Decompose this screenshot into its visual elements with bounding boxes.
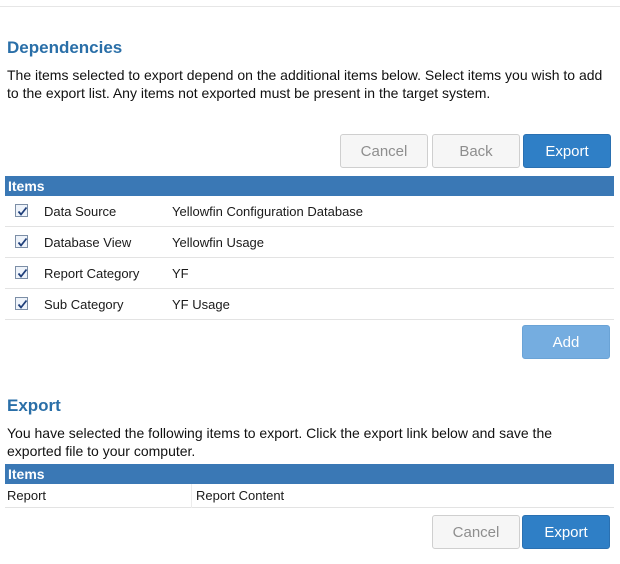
export-description: You have selected the following items to… [7, 425, 553, 459]
checkbox-checked-icon[interactable] [15, 266, 28, 279]
export-button[interactable]: Export [522, 515, 610, 549]
dependencies-title: Dependencies [7, 38, 123, 57]
dependencies-export-button[interactable]: Export [523, 134, 611, 168]
dependencies-table-header: Items [5, 176, 614, 196]
column-divider [191, 484, 192, 508]
dependencies-description: The items selected to export depend on t… [7, 67, 603, 101]
checkbox-checked-icon[interactable] [15, 204, 28, 217]
item-name: Yellowfin Usage [172, 235, 265, 250]
add-button[interactable]: Add [522, 325, 610, 359]
item-type: Data Source [44, 204, 117, 219]
table-row: Report Category YF [5, 258, 614, 289]
table-row: Report Report Content [5, 484, 614, 508]
dependencies-cancel-button[interactable]: Cancel [340, 134, 428, 168]
item-name: Report Content [196, 488, 285, 503]
item-type: Sub Category [44, 297, 124, 312]
export-cancel-button[interactable]: Cancel [432, 515, 520, 549]
item-name: YF Usage [172, 297, 230, 312]
table-row: Data Source Yellowfin Configuration Data… [5, 196, 614, 227]
top-divider [0, 6, 620, 7]
export-table: Items Report Report Content [5, 464, 614, 508]
item-name: YF [172, 266, 189, 281]
dependencies-table: Items Data Source Yellowfin Configuratio… [5, 176, 614, 320]
item-type: Report [7, 488, 47, 503]
item-type: Database View [44, 235, 132, 250]
export-title: Export [7, 396, 61, 415]
export-table-header: Items [5, 464, 614, 484]
back-button[interactable]: Back [432, 134, 520, 168]
item-name: Yellowfin Configuration Database [172, 204, 364, 219]
checkbox-checked-icon[interactable] [15, 297, 28, 310]
table-row: Database View Yellowfin Usage [5, 227, 614, 258]
table-row: Sub Category YF Usage [5, 289, 614, 320]
checkbox-checked-icon[interactable] [15, 235, 28, 248]
item-type: Report Category [44, 266, 140, 281]
